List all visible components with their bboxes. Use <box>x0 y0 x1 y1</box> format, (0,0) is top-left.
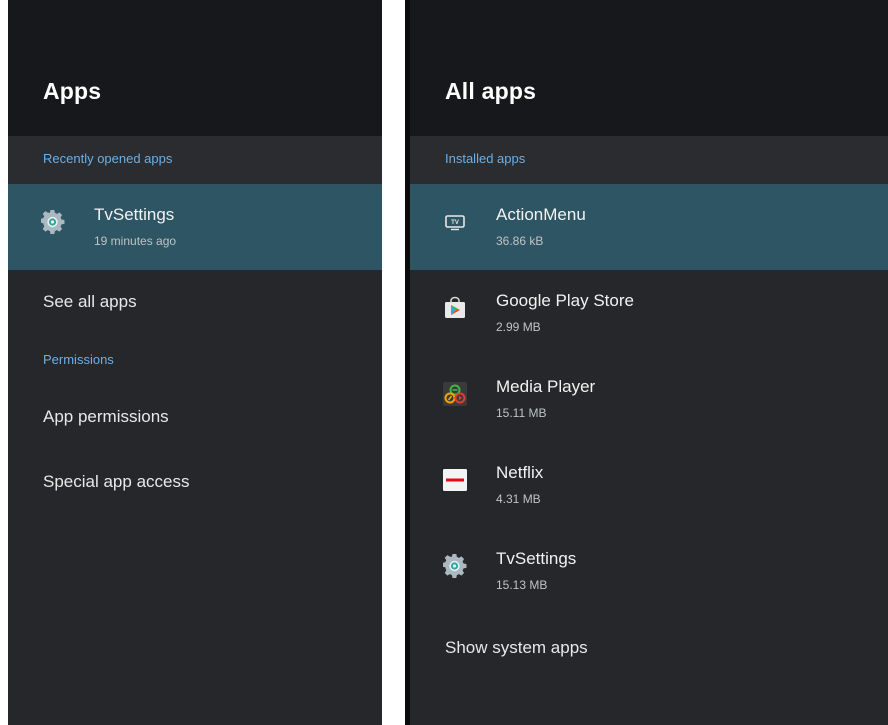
show-system-apps-item[interactable]: Show system apps <box>445 638 588 658</box>
gear-icon <box>443 554 467 578</box>
apps-header: Apps <box>8 0 382 136</box>
media-player-icon <box>443 382 467 406</box>
app-size: 2.99 MB <box>496 320 541 334</box>
play-store-icon <box>445 296 465 318</box>
gear-icon <box>41 210 65 234</box>
app-row-google-play-store[interactable]: Google Play Store 2.99 MB <box>410 270 888 356</box>
installed-apps-section-label: Installed apps <box>410 136 888 184</box>
app-name: ActionMenu <box>496 205 586 224</box>
app-name: Netflix <box>496 463 544 482</box>
svg-text:TV: TV <box>451 220 459 226</box>
app-permissions-item[interactable]: App permissions <box>43 407 169 427</box>
tv-icon: TV <box>445 215 465 231</box>
app-row-media-player[interactable]: Media Player 15.11 MB <box>410 356 888 442</box>
app-size: 15.13 MB <box>496 578 548 592</box>
recent-app-tvsettings[interactable]: TvSettings 19 minutes ago <box>8 184 382 270</box>
app-size: 15.11 MB <box>496 406 547 420</box>
app-last-opened: 19 minutes ago <box>94 234 177 248</box>
app-name: TvSettings <box>94 205 175 224</box>
permissions-section-label: Permissions <box>43 352 114 367</box>
app-size: 36.86 kB <box>496 234 544 248</box>
page-title: All apps <box>445 78 537 104</box>
all-apps-panel: All apps Installed apps TV ActionMenu 36… <box>410 0 888 725</box>
app-row-actionmenu[interactable]: TV ActionMenu 36.86 kB <box>410 184 888 270</box>
all-apps-header: All apps <box>410 0 888 136</box>
app-name: TvSettings <box>496 549 577 568</box>
app-row-netflix[interactable]: Netflix 4.31 MB <box>410 442 888 528</box>
app-name: Google Play Store <box>496 291 634 310</box>
app-name: Media Player <box>496 377 596 396</box>
recent-apps-section-label: Recently opened apps <box>8 136 382 184</box>
see-all-apps-item[interactable]: See all apps <box>43 292 137 312</box>
page-title: Apps <box>43 78 102 104</box>
special-app-access-item[interactable]: Special app access <box>43 472 189 492</box>
app-size: 4.31 MB <box>496 492 541 506</box>
netflix-icon <box>443 469 467 491</box>
apps-panel: Apps Recently opened apps TvSettings 19 … <box>8 0 382 725</box>
app-row-tvsettings[interactable]: TvSettings 15.13 MB <box>410 528 888 614</box>
